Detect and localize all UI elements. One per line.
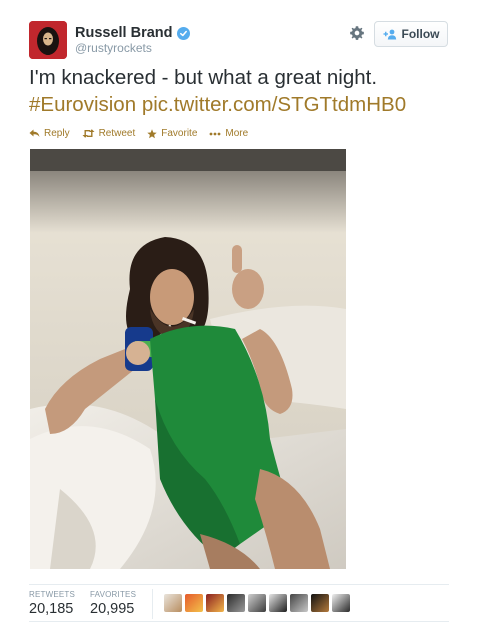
favorites-label: FAVORITES [90, 590, 137, 599]
reply-icon [29, 129, 40, 138]
favoriter-avatar[interactable] [269, 594, 287, 612]
tweet-card: Russell Brand @rustyrockets Follow I'm k… [0, 0, 480, 625]
user-handle[interactable]: @rustyrockets [75, 41, 152, 55]
favorite-label: Favorite [161, 128, 198, 139]
more-button[interactable]: More [209, 128, 248, 139]
favoriter-avatar[interactable] [332, 594, 350, 612]
retweets-stat[interactable]: RETWEETS 20,185 [29, 590, 75, 617]
more-dots-icon [209, 132, 221, 136]
name-row: Russell Brand [75, 24, 190, 42]
favoriter-avatar[interactable] [290, 594, 308, 612]
follow-label: Follow [401, 27, 440, 41]
favoriter-avatars [164, 594, 353, 612]
retweets-count: 20,185 [29, 601, 74, 617]
star-icon [147, 128, 157, 139]
display-name[interactable]: Russell Brand [75, 25, 173, 41]
reply-label: Reply [44, 128, 70, 139]
tweet-actions: Reply Retweet Favorite More [29, 128, 260, 139]
favoriter-avatar[interactable] [248, 594, 266, 612]
follow-button[interactable]: Follow [374, 21, 448, 47]
retweet-label: Retweet [98, 128, 136, 139]
favorites-count: 20,995 [90, 601, 135, 617]
favoriter-avatar[interactable] [164, 594, 182, 612]
tweet-body: I'm knackered - but what a great night. [29, 66, 378, 89]
add-user-icon [383, 29, 397, 40]
favoriter-avatar[interactable] [206, 594, 224, 612]
verified-badge-icon [176, 26, 190, 40]
gear-icon[interactable] [348, 24, 366, 42]
stats-separator [152, 589, 153, 619]
hashtag-link[interactable]: #Eurovision [29, 93, 136, 116]
retweet-button[interactable]: Retweet [82, 128, 136, 139]
retweets-label: RETWEETS [29, 590, 76, 599]
favorite-button[interactable]: Favorite [147, 128, 197, 139]
stats-divider-bottom [29, 621, 449, 622]
more-label: More [225, 128, 249, 139]
tweet-text: I'm knackered - but what a great night. … [29, 64, 469, 118]
favoriter-avatar[interactable] [185, 594, 203, 612]
reply-button[interactable]: Reply [29, 128, 70, 139]
favoriter-avatar[interactable] [311, 594, 329, 612]
stats-divider-top [29, 584, 449, 585]
retweet-icon [82, 129, 95, 138]
favorites-stat[interactable]: FAVORITES 20,995 [90, 590, 136, 617]
favoriter-avatar[interactable] [227, 594, 245, 612]
avatar[interactable] [29, 21, 67, 59]
media-link[interactable]: pic.twitter.com/STGTtdmHB0 [142, 93, 406, 116]
tweet-photo[interactable] [30, 149, 346, 569]
